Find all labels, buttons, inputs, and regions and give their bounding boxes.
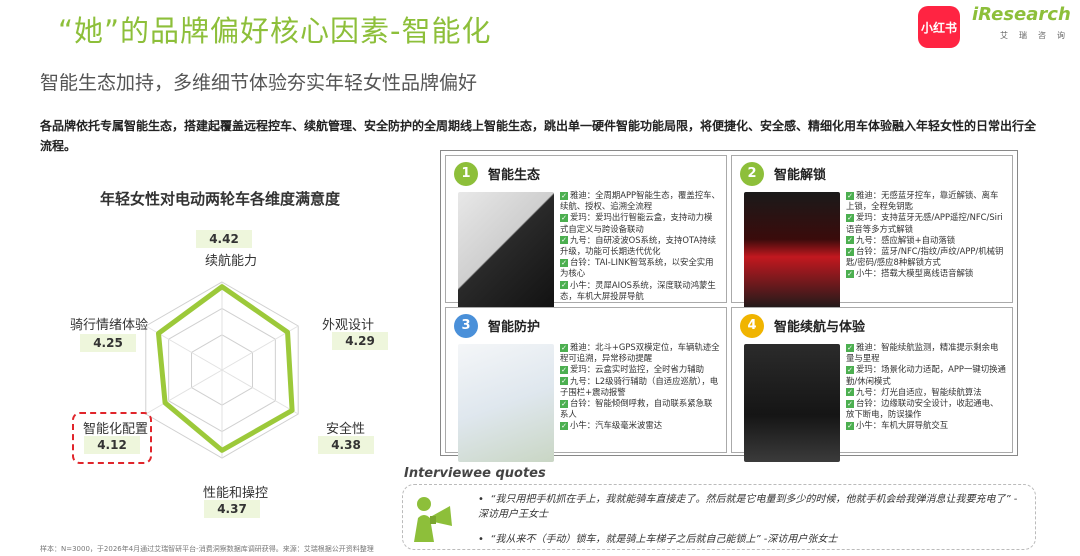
axis-value-design: 4.29 xyxy=(332,332,388,350)
check-icon: ✓ xyxy=(560,399,568,408)
list-item: ✓ 爱玛：支持蓝牙无感/APP遥控/NFC/Siri语音等多方式解锁 xyxy=(846,212,1003,234)
list-item: ✓ 雅迪：智能续航监测，精准提示剩余电量与里程 xyxy=(846,342,999,364)
radar-axis-line xyxy=(145,369,223,415)
check-icon: ✓ xyxy=(846,343,854,352)
check-icon: ✓ xyxy=(846,365,854,374)
list-item: ✓ 台铃：智能倾倒呼救，自动联系紧急联系人 xyxy=(560,398,713,420)
list-item: ✓ 雅迪：无感蓝牙控车，靠近解锁、离车上锁，全程免钥匙 xyxy=(846,190,999,212)
check-icon: ✓ xyxy=(846,213,854,222)
list-item: ✓ 小牛：汽车级毫米波雷达 xyxy=(560,420,663,431)
axis-label-design: 外观设计 xyxy=(322,318,375,333)
quadrant-items: ✓ 雅迪：全周期APP智能生态，覆盖控车、续航、授权、追溯全流程 ✓ 爱玛：爱玛出行… xyxy=(560,190,720,302)
protection-image xyxy=(458,344,554,462)
axis-value-range: 4.42 xyxy=(196,230,252,248)
check-icon: ✓ xyxy=(560,236,568,245)
list-item: ✓ 小牛：车机大屏导航交互 xyxy=(846,420,949,431)
list-item: ✓ 小牛：灵犀AIOS系统，深度联动鸿蒙生态，车机大屏投屏导航 xyxy=(560,279,716,301)
axis-label-emotion: 骑行情绪体验 xyxy=(70,318,149,333)
smart-config-highlight xyxy=(72,412,152,464)
check-icon: ✓ xyxy=(560,421,568,430)
axis-value-performance: 4.37 xyxy=(204,500,260,518)
check-icon: ✓ xyxy=(560,377,568,386)
quadrant-number: 2 xyxy=(740,162,764,186)
quadrant-items: ✓ 雅迪：智能续航监测，精准提示剩余电量与里程 ✓ 爱玛：场景化动力适配，APP一键… xyxy=(846,342,1006,432)
quadrant-range-experience: 4 智能续航与体验 ✓ 雅迪：智能续航监测，精准提示剩余电量与里程 ✓ 爱玛：场景化… xyxy=(731,307,1013,462)
list-item: ✓ 台铃：边缘联动安全设计，收起通电、放下断电，防误操作 xyxy=(846,398,999,420)
check-icon: ✓ xyxy=(846,388,854,397)
ecosystem-image xyxy=(458,192,554,310)
radar-chart xyxy=(145,281,299,459)
quadrant-title: 智能防护 xyxy=(488,320,541,335)
quadrant-title: 智能解锁 xyxy=(774,168,827,183)
quadrant-number: 1 xyxy=(454,162,478,186)
list-item: ✓ 小牛：搭载大模型离线语音解锁 xyxy=(846,268,974,279)
quadrant-items: ✓ 雅迪：无感蓝牙控车，靠近解锁、离车上锁，全程免钥匙 ✓ 爱玛：支持蓝牙无感/AP… xyxy=(846,190,1006,280)
axis-value-emotion: 4.25 xyxy=(80,334,136,352)
check-icon: ✓ xyxy=(560,191,568,200)
iresearch-logo-cn: 艾瑞咨询 xyxy=(1000,31,1076,40)
list-item: ✓ 九号：灯光自适应，智能续航算法 xyxy=(846,386,982,397)
check-icon: ✓ xyxy=(560,281,568,290)
check-icon: ✓ xyxy=(846,191,854,200)
check-icon: ✓ xyxy=(846,247,854,256)
speaker-icon xyxy=(414,497,452,542)
list-item: ✓ 九号：自研凌波OS系统，支持OTA持续升级，功能可长期迭代优化 xyxy=(560,234,716,257)
list-item: ✓ 爱玛：场景化动力适配，APP一键切换通勤/休闲模式 xyxy=(846,364,1006,386)
axis-value-safety: 4.38 xyxy=(318,436,374,454)
check-icon: ✓ xyxy=(560,258,568,267)
unlock-image xyxy=(744,192,840,310)
check-icon: ✓ xyxy=(846,269,854,278)
list-item: ✓ 台铃：蓝牙/NFC/指纹/声纹/APP/机械钥匙/密码/感应8种解锁方式 xyxy=(846,246,1004,268)
axis-label-performance: 性能和操控 xyxy=(203,486,269,501)
list-item: ✓ 九号：L2级骑行辅助（自适应巡航），电子围栏+震动报警 xyxy=(560,375,719,397)
quadrant-number: 3 xyxy=(454,314,478,338)
check-icon: ✓ xyxy=(846,421,854,430)
check-icon: ✓ xyxy=(560,343,568,352)
quadrant-title: 智能生态 xyxy=(488,168,541,183)
list-item: ✓ 爱玛：爱玛出行智能云盒，支持动力模式自定义与跨设备联动 xyxy=(560,212,713,234)
list-item: ✓ 雅迪：北斗+GPS双模定位，车辆轨迹全程可追溯，异常移动提醒 xyxy=(560,342,720,364)
quadrant-smart-unlock: 2 智能解锁 ✓ 雅迪：无感蓝牙控车，靠近解锁、离车上锁，全程免钥匙 ✓ 爱玛：支持… xyxy=(731,155,1013,310)
iresearch-logo: iResearch xyxy=(972,4,1071,25)
xiaohongshu-logo: 小红书 xyxy=(918,6,960,48)
list-item: ✓ 九号：感应解锁+自动落锁 xyxy=(846,234,956,245)
footnote: 样本：N=3000，于2026年4月通过艾瑞智研平台-消费洞察数据库调研获得。来… xyxy=(40,545,374,553)
list-item: ✓ 台铃：TAI-LINK智驾系统，以安全实用为核心 xyxy=(560,257,714,279)
quadrant-grid: 1 智能生态 ✓ 雅迪：全周期APP智能生态，覆盖控车、续航、授权、追溯全流程 ✓… xyxy=(440,150,1018,462)
quadrant-title: 智能续航与体验 xyxy=(774,320,866,335)
check-icon: ✓ xyxy=(560,213,568,222)
axis-label-safety: 安全性 xyxy=(326,422,366,437)
quotes-title: Interviewee quotes xyxy=(404,466,546,481)
list-item: ✓ 爱玛：云盒实时监控，全时省力辅助 xyxy=(560,364,704,375)
radar-axis-line xyxy=(221,369,299,415)
list-item: ✓ 雅迪：全周期APP智能生态，覆盖控车、续航、授权、追溯全流程 xyxy=(560,190,720,212)
quadrant-items: ✓ 雅迪：北斗+GPS双模定位，车辆轨迹全程可追溯，异常移动提醒 ✓ 爱玛：云盒实时… xyxy=(560,342,720,432)
check-icon: ✓ xyxy=(560,365,568,374)
check-icon: ✓ xyxy=(846,236,854,245)
quadrant-smart-ecosystem: 1 智能生态 ✓ 雅迪：全周期APP智能生态，覆盖控车、续航、授权、追溯全流程 ✓… xyxy=(445,155,727,310)
quote-1: • “我只用把手机抓在手上，我就能骑车直接走了。然后就是它电量到多少的时候，他就… xyxy=(478,494,1018,520)
check-icon: ✓ xyxy=(846,399,854,408)
axis-label-range: 续航能力 xyxy=(205,254,258,269)
range-image xyxy=(744,344,840,462)
quadrant-number: 4 xyxy=(740,314,764,338)
quadrant-smart-protection: 3 智能防护 ✓ 雅迪：北斗+GPS双模定位，车辆轨迹全程可追溯，异常移动提醒 ✓… xyxy=(445,307,727,462)
quote-2: • “我从来不（手动）锁车，就是骑上车梯子之后就自己能锁上” -深访用户张女士 xyxy=(478,534,838,545)
